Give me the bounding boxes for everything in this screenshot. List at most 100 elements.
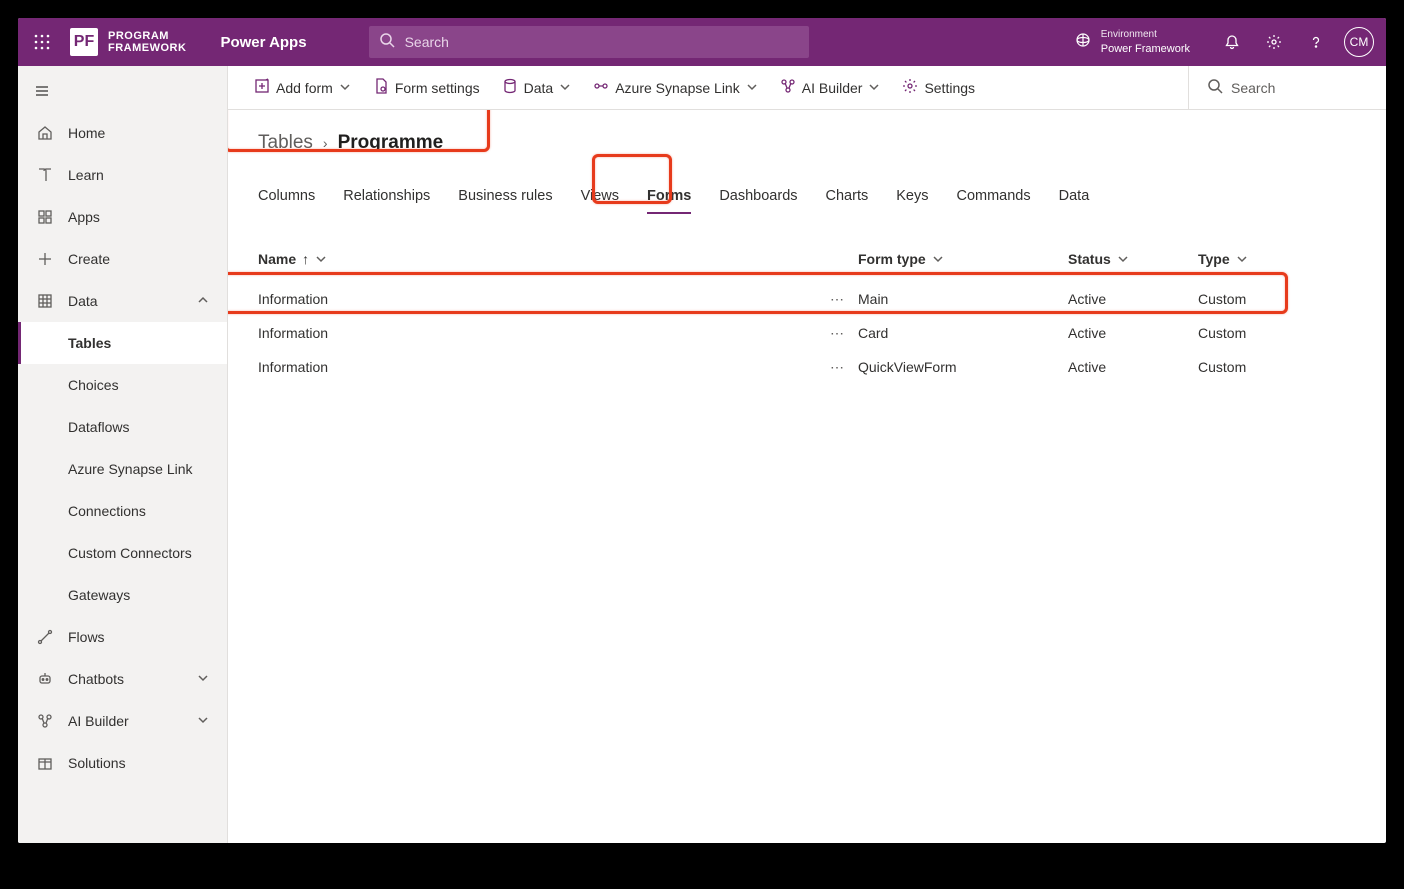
breadcrumb-current: Programme	[338, 132, 444, 154]
sidebar-item-label: Home	[68, 125, 105, 141]
cmd-ai-builder[interactable]: AI Builder	[772, 74, 889, 101]
cmd-settings[interactable]: Settings	[894, 74, 983, 101]
breadcrumb: Tables › Programme	[258, 132, 1356, 154]
content-area: Tables › Programme Columns Relationships B…	[228, 110, 1386, 843]
brand-logo: PF	[70, 28, 98, 56]
tab-relationships[interactable]: Relationships	[343, 180, 430, 214]
cmd-data[interactable]: Data	[494, 74, 580, 101]
tab-forms[interactable]: Forms	[647, 180, 691, 214]
sidebar-subitem-tables[interactable]: Tables	[18, 322, 227, 364]
row-more-icon[interactable]: ⋯	[818, 325, 858, 342]
tab-columns[interactable]: Columns	[258, 180, 315, 214]
cell-status: Active	[1068, 359, 1198, 375]
cell-type: Custom	[1198, 291, 1318, 307]
column-form-type[interactable]: Form type	[858, 251, 1068, 267]
tab-keys[interactable]: Keys	[896, 180, 928, 214]
settings-icon[interactable]	[1264, 32, 1284, 52]
chevron-down-icon	[315, 253, 327, 265]
sidebar-item-ai-builder[interactable]: AI Builder	[18, 700, 227, 742]
tab-charts[interactable]: Charts	[826, 180, 869, 214]
sidebar-item-label: Create	[68, 251, 110, 267]
waffle-icon[interactable]	[18, 18, 66, 66]
sidebar-item-solutions[interactable]: Solutions	[18, 742, 227, 784]
brand[interactable]: PF PROGRAM FRAMEWORK	[66, 28, 198, 56]
user-avatar[interactable]: CM	[1344, 27, 1374, 57]
tab-views[interactable]: Views	[581, 180, 619, 214]
brand-text: PROGRAM FRAMEWORK	[108, 30, 186, 54]
table-row[interactable]: Information⋯CardActiveCustom	[258, 316, 1356, 350]
search-icon	[379, 32, 395, 53]
sidebar-item-chatbots[interactable]: Chatbots	[18, 658, 227, 700]
tabs: Columns Relationships Business rules Views F…	[258, 180, 1356, 214]
sidebar-subitem-choices[interactable]: Choices	[18, 364, 227, 406]
cell-type: Custom	[1198, 359, 1318, 375]
command-bar: Add form Form settings Data Azure Synapse L…	[228, 66, 1386, 110]
environment-picker[interactable]: Environment Power Framework	[1075, 28, 1208, 56]
bot-icon	[36, 671, 54, 687]
command-search[interactable]: Search	[1188, 66, 1368, 109]
sidebar-subitem-dataflows[interactable]: Dataflows	[18, 406, 227, 448]
column-type[interactable]: Type	[1198, 251, 1318, 267]
sidebar-item-label: Data	[68, 293, 98, 309]
table-row[interactable]: Information⋯MainActiveCustom	[258, 282, 1356, 316]
sidebar-subitem-custom-connectors[interactable]: Custom Connectors	[18, 532, 227, 574]
breadcrumb-root[interactable]: Tables	[258, 132, 313, 154]
gear-icon	[902, 78, 918, 97]
app-title: Power Apps	[198, 34, 328, 51]
cell-status: Active	[1068, 291, 1198, 307]
column-status[interactable]: Status	[1068, 251, 1198, 267]
sidebar-item-apps[interactable]: Apps	[18, 196, 227, 238]
flow-icon	[36, 629, 54, 645]
chevron-right-icon: ›	[323, 135, 328, 151]
book-icon	[36, 167, 54, 183]
help-icon[interactable]	[1306, 32, 1326, 52]
sidebar-subitem-azure-synapse-link[interactable]: Azure Synapse Link	[18, 448, 227, 490]
row-more-icon[interactable]: ⋯	[818, 359, 858, 376]
cell-form-type: QuickViewForm	[858, 359, 1068, 375]
sidebar-item-label: Learn	[68, 167, 104, 183]
chevron-down-icon	[559, 80, 571, 96]
sidebar-item-data[interactable]: Data	[18, 280, 227, 322]
sidebar-item-flows[interactable]: Flows	[18, 616, 227, 658]
apps-icon	[36, 209, 54, 225]
global-search[interactable]	[369, 26, 809, 58]
tab-business-rules[interactable]: Business rules	[458, 180, 552, 214]
home-icon	[36, 125, 54, 141]
forms-grid: Name ↑ Form type Status	[258, 242, 1356, 384]
notifications-icon[interactable]	[1222, 32, 1242, 52]
cmd-form-settings[interactable]: Form settings	[365, 74, 488, 101]
sidebar-item-create[interactable]: Create	[18, 238, 227, 280]
cmd-add-form[interactable]: Add form	[246, 74, 359, 101]
cmd-azure-synapse-link[interactable]: Azure Synapse Link	[585, 74, 766, 101]
chevron-down-icon	[932, 253, 944, 265]
cmd-label: AI Builder	[802, 80, 863, 96]
row-more-icon[interactable]: ⋯	[818, 291, 858, 308]
sidebar-item-label: Solutions	[68, 755, 126, 771]
cmd-label: Data	[524, 80, 554, 96]
cmd-label: Form settings	[395, 80, 480, 96]
tab-data[interactable]: Data	[1059, 180, 1090, 214]
tab-commands[interactable]: Commands	[956, 180, 1030, 214]
global-search-input[interactable]	[405, 34, 799, 50]
tab-dashboards[interactable]: Dashboards	[719, 180, 797, 214]
sidebar-subitem-gateways[interactable]: Gateways	[18, 574, 227, 616]
sidebar-item-learn[interactable]: Learn	[18, 154, 227, 196]
cmd-label: Settings	[924, 80, 975, 96]
column-name[interactable]: Name ↑	[258, 251, 818, 267]
sidebar-subitem-connections[interactable]: Connections	[18, 490, 227, 532]
chevron-up-icon	[197, 293, 209, 309]
cell-name[interactable]: Information	[258, 359, 818, 375]
cell-form-type: Card	[858, 325, 1068, 341]
cell-name[interactable]: Information	[258, 291, 818, 307]
add-square-icon	[254, 78, 270, 97]
sidebar-item-home[interactable]: Home	[18, 112, 227, 154]
environment-icon	[1075, 32, 1091, 53]
cell-name[interactable]: Information	[258, 325, 818, 341]
chevron-down-icon	[1117, 253, 1129, 265]
cmd-label: Azure Synapse Link	[615, 80, 740, 96]
chevron-down-icon	[197, 713, 209, 729]
table-row[interactable]: Information⋯QuickViewFormActiveCustom	[258, 350, 1356, 384]
doc-gear-icon	[373, 78, 389, 97]
sidebar-toggle[interactable]	[18, 70, 66, 112]
cell-type: Custom	[1198, 325, 1318, 341]
